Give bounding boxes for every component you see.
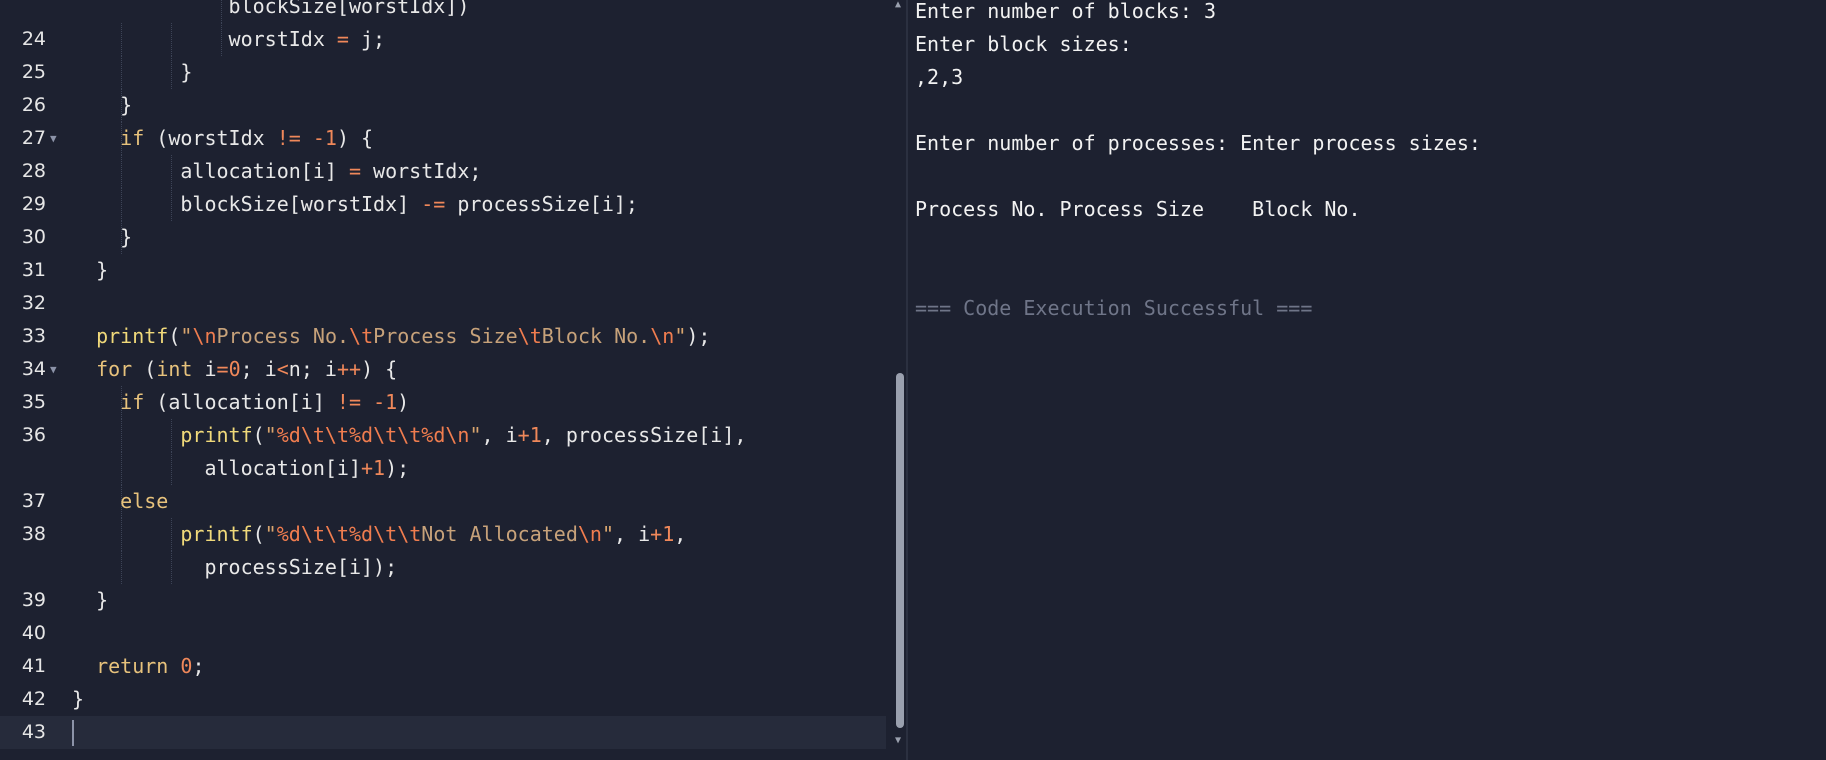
code-line[interactable]: 26 } xyxy=(0,89,886,122)
code-text: allocation[i] = worstIdx; xyxy=(72,159,482,183)
editor-scrollbar[interactable]: ▲ ▼ xyxy=(894,0,906,760)
scroll-up-arrow-icon[interactable]: ▲ xyxy=(895,0,901,10)
code-line[interactable]: 34 ▼ for (int i=0; i<n; i++) { xyxy=(0,353,886,386)
code-line[interactable]: 33 printf("\nProcess No.\tProcess Size\t… xyxy=(0,320,886,353)
line-number: 33 xyxy=(21,325,46,347)
code-line[interactable]: 31 } xyxy=(0,254,886,287)
scroll-down-arrow-icon[interactable]: ▼ xyxy=(895,736,901,746)
code-editor[interactable]: blockSize[worstIdx]) 24 worstIdx = j; 25 }… xyxy=(0,0,906,760)
code-text: allocation[i]+1); xyxy=(72,456,410,480)
line-number: 39 xyxy=(21,589,46,611)
code-text: printf("%d\t\t%d\t\tNot Allocated\n", i+… xyxy=(180,522,687,546)
output-line: Enter number of blocks: 3 xyxy=(915,0,1217,23)
output-line: Process No. Process Size Block No. xyxy=(915,197,1361,221)
code-line-active[interactable]: 43 xyxy=(0,716,886,749)
output-line: Enter block sizes: xyxy=(915,32,1132,56)
output-line: Enter number of processes: Enter process… xyxy=(915,131,1481,155)
pane-divider[interactable] xyxy=(906,0,908,760)
code-line[interactable]: 37 else xyxy=(0,485,886,518)
line-number: 30 xyxy=(21,226,46,248)
code-text: if (allocation[i] != -1) xyxy=(120,390,410,414)
code-line[interactable]: 29 blockSize[worstIdx] -= processSize[i]… xyxy=(0,188,886,221)
line-number: 43 xyxy=(21,721,46,743)
line-number: 28 xyxy=(21,160,46,182)
line-number: 26 xyxy=(21,94,46,116)
code-text: blockSize[worstIdx] -= processSize[i]; xyxy=(72,192,638,216)
code-line[interactable]: 25 } xyxy=(0,56,886,89)
code-text: blockSize[worstIdx]) xyxy=(72,0,470,18)
line-number: 42 xyxy=(21,688,46,710)
line-number: 31 xyxy=(21,259,46,281)
line-number: 27 xyxy=(21,127,46,149)
code-text: } xyxy=(72,588,109,612)
code-line[interactable]: 36 printf("%d\t\t%d\t\t%d\n", i+1, proce… xyxy=(0,419,886,452)
code-text: return 0; xyxy=(96,654,205,678)
line-number: 40 xyxy=(21,622,46,644)
code-text: } xyxy=(72,687,85,711)
code-line[interactable]: 40 xyxy=(0,617,886,650)
code-text: else xyxy=(120,489,169,513)
code-line[interactable]: 30 } xyxy=(0,221,886,254)
code-line[interactable]: blockSize[worstIdx]) xyxy=(0,0,886,23)
code-text: if (worstIdx != -1) { xyxy=(120,126,374,150)
code-text: printf("%d\t\t%d\t\t%d\n", i+1, processS… xyxy=(180,423,747,447)
code-line[interactable]: 28 allocation[i] = worstIdx; xyxy=(0,155,886,188)
code-line[interactable]: 27 ▼ if (worstIdx != -1) { xyxy=(0,122,886,155)
code-text: } xyxy=(72,93,133,117)
code-line[interactable]: 41 return 0; xyxy=(0,650,886,683)
code-text: } xyxy=(72,225,133,249)
code-text: for (int i=0; i<n; i++) { xyxy=(96,357,398,381)
code-text: worstIdx = j; xyxy=(72,27,386,51)
output-console: Enter number of blocks: 3 Enter block siz… xyxy=(915,0,1815,760)
line-number: 35 xyxy=(21,391,46,413)
line-number: 38 xyxy=(21,523,46,545)
line-number: 37 xyxy=(21,490,46,512)
execution-status: === Code Execution Successful === xyxy=(915,296,1313,320)
line-number: 41 xyxy=(21,655,46,677)
code-line[interactable]: 32 xyxy=(0,287,886,320)
code-line[interactable]: 38 printf("%d\t\t%d\t\tNot Allocated\n",… xyxy=(0,518,886,551)
line-number: 32 xyxy=(21,292,46,314)
line-number: 25 xyxy=(21,61,46,83)
code-text: printf("\nProcess No.\tProcess Size\tBlo… xyxy=(96,324,711,348)
line-number: 36 xyxy=(21,424,46,446)
code-text: } xyxy=(72,60,193,84)
code-line[interactable]: 42} xyxy=(0,683,886,716)
code-line[interactable]: processSize[i]); xyxy=(0,551,886,584)
code-line[interactable]: 39 } xyxy=(0,584,886,617)
code-line[interactable]: 35 if (allocation[i] != -1) xyxy=(0,386,886,419)
output-line: ,2,3 xyxy=(915,65,964,89)
code-text: } xyxy=(72,258,109,282)
line-number: 34 xyxy=(21,358,46,380)
line-number: 29 xyxy=(21,193,46,215)
line-number: 24 xyxy=(21,28,46,50)
code-text: processSize[i]); xyxy=(72,555,398,579)
code-line[interactable]: allocation[i]+1); xyxy=(0,452,886,485)
text-cursor xyxy=(72,720,74,746)
chevron-down-icon[interactable]: ▼ xyxy=(50,353,57,386)
code-line[interactable]: 24 worstIdx = j; xyxy=(0,23,886,56)
scroll-thumb[interactable] xyxy=(896,373,904,728)
chevron-down-icon[interactable]: ▼ xyxy=(50,122,57,155)
